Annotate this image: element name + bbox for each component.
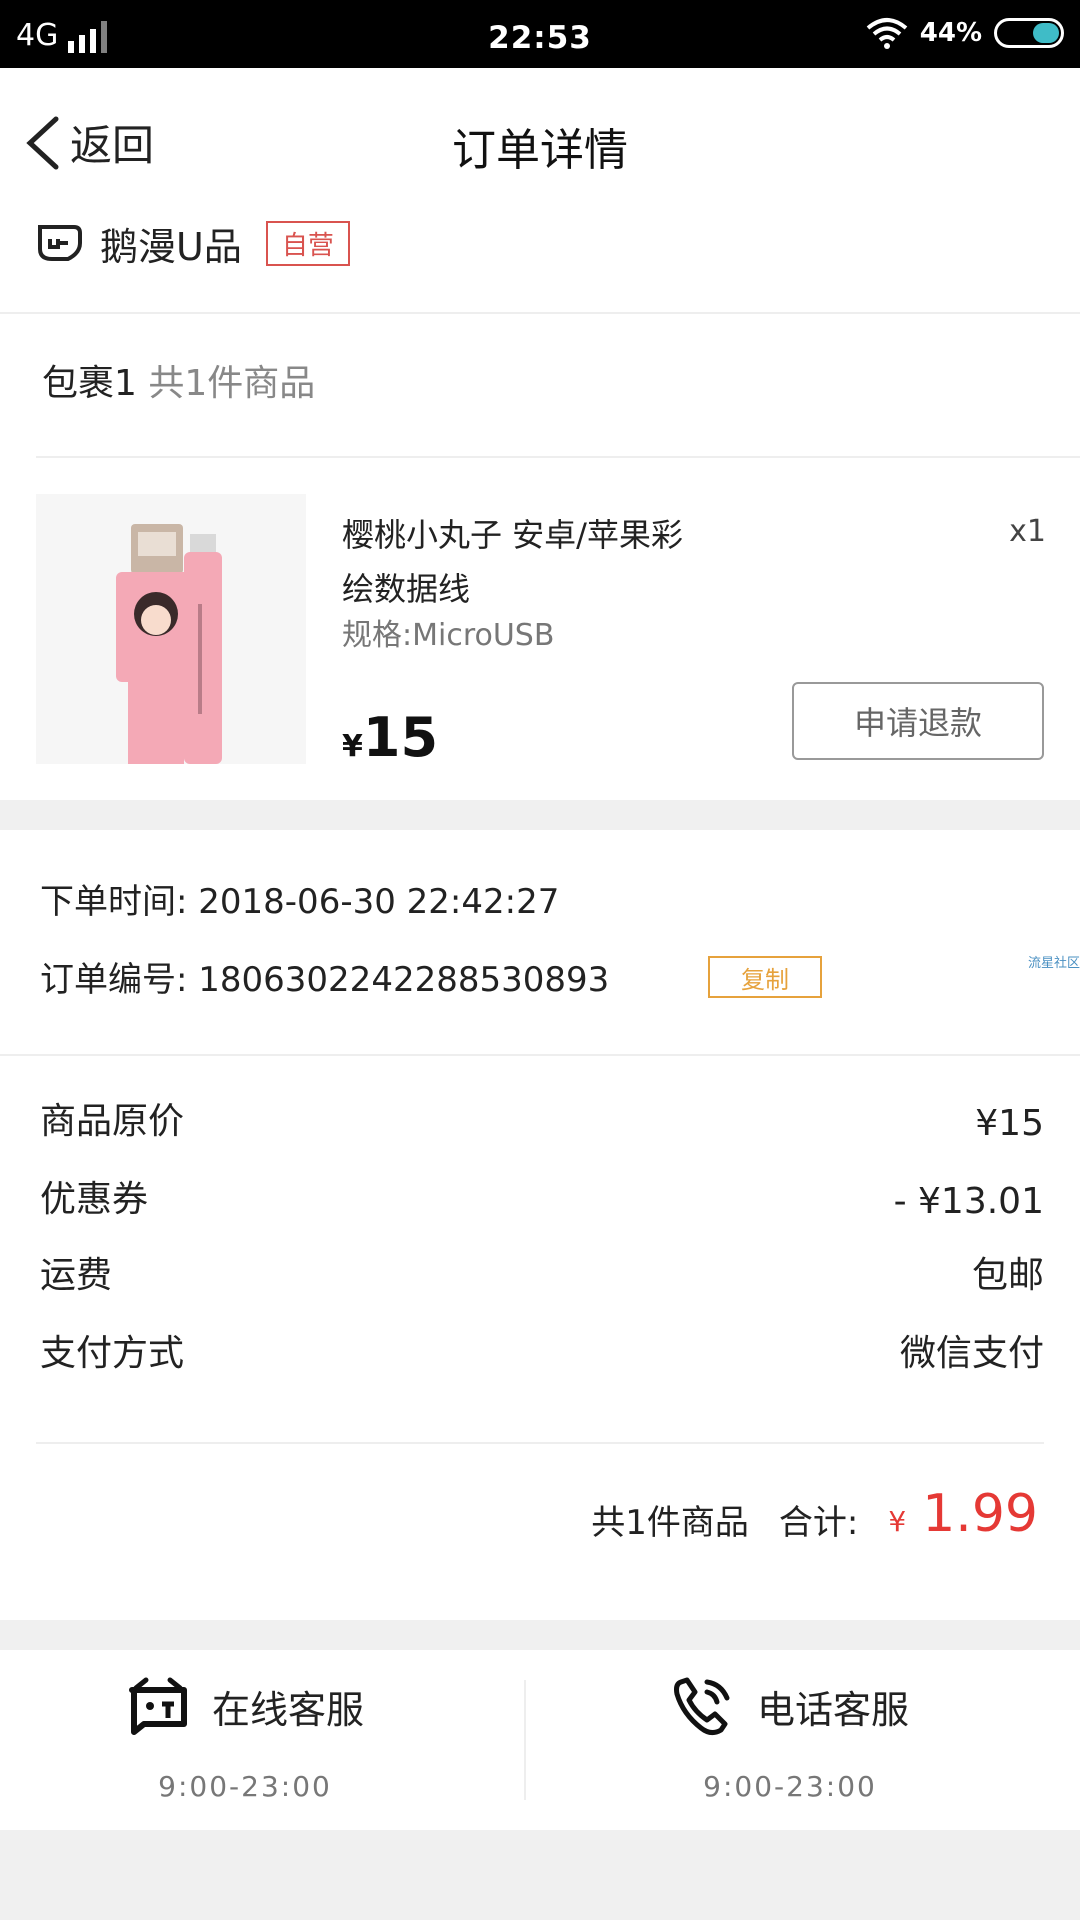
customer-service-bar: 在线客服 9:00-23:00 电话客服 9:00-23:00 xyxy=(0,1650,1080,1830)
battery-level xyxy=(1033,23,1059,43)
divider xyxy=(36,456,1080,458)
battery-percent: 44% xyxy=(919,18,982,48)
currency-symbol: ¥ xyxy=(342,729,363,764)
product-spec: 规格:MicroUSB xyxy=(342,618,555,653)
phone-service-label: 电话客服 xyxy=(756,1687,909,1732)
status-bar: 4G 22:53 44% xyxy=(0,0,1080,68)
order-number-label: 订单编号 xyxy=(40,960,176,1000)
cost-row-coupon: 优惠券 - ¥13.01 xyxy=(40,1170,1044,1222)
chat-bubble-icon xyxy=(128,1677,187,1735)
cost-value: ¥15 xyxy=(975,1103,1044,1144)
refund-button[interactable]: 申请退款 xyxy=(792,682,1044,760)
product-quantity: x1 xyxy=(1009,514,1046,549)
price-value: 15 xyxy=(362,706,439,769)
self-operated-badge: 自营 xyxy=(265,221,350,266)
cost-row-shipping: 运费 包邮 xyxy=(40,1246,1044,1298)
cost-value: - ¥13.01 xyxy=(893,1181,1044,1222)
usb-cable-image xyxy=(116,524,222,764)
order-time: 下单时间: 2018-06-30 22:42:27 xyxy=(40,874,559,923)
total-value: 1.99 xyxy=(922,1484,1038,1544)
order-total: 共1件商品 合计: ¥1.99 xyxy=(591,1484,1038,1544)
total-count: 共1件商品 xyxy=(591,1503,749,1543)
package-label: 包裹1 xyxy=(42,363,137,404)
package-title: 包裹1 共1件商品 xyxy=(42,354,315,406)
wifi-icon xyxy=(866,18,908,49)
cost-label: 支付方式 xyxy=(40,1333,185,1374)
package-count: 共1件商品 xyxy=(148,363,316,404)
product-name[interactable]: 樱桃小丸子 安卓/苹果彩 绘数据线 xyxy=(342,508,772,616)
package-section: 包裹1 共1件商品 樱桃小丸子 安卓/苹果彩 绘数据线 x1 规格:MicroU… xyxy=(0,314,1080,800)
store-name: 鹅漫U品 xyxy=(100,225,242,269)
phone-service-hours: 9:00-23:00 xyxy=(703,1770,877,1803)
cost-value: 微信支付 xyxy=(899,1333,1044,1374)
store-row[interactable]: 鹅漫U品 自营 xyxy=(34,216,350,271)
divider xyxy=(36,1442,1044,1444)
cost-value: 包邮 xyxy=(971,1255,1044,1296)
watermark: 流星社区 xyxy=(1027,956,1080,971)
order-number: 订单编号: 1806302242288530893 xyxy=(40,952,609,1001)
product-price: ¥15 xyxy=(342,706,438,769)
phone-icon xyxy=(673,1677,730,1736)
cost-label: 运费 xyxy=(40,1255,113,1296)
order-time-label: 下单时间 xyxy=(40,882,176,922)
product-name-line2: 绘数据线 xyxy=(342,570,471,608)
online-service-label: 在线客服 xyxy=(211,1687,364,1732)
total-label: 合计: xyxy=(778,1503,859,1543)
cost-row-payment-method: 支付方式 微信支付 xyxy=(40,1324,1044,1376)
divider xyxy=(524,1680,526,1800)
cost-row-original-price: 商品原价 ¥15 xyxy=(40,1092,1044,1144)
total-amount: ¥1.99 xyxy=(888,1484,1038,1544)
currency-symbol: ¥ xyxy=(888,1505,907,1538)
phone-service-button[interactable]: 电话客服 9:00-23:00 xyxy=(540,1650,1080,1830)
online-service-button[interactable]: 在线客服 9:00-23:00 xyxy=(0,1650,540,1830)
cost-label: 优惠券 xyxy=(40,1179,149,1220)
cost-summary-section: 商品原价 ¥15 优惠券 - ¥13.01 运费 包邮 支付方式 微信支付 共1… xyxy=(0,1056,1080,1620)
cost-label: 商品原价 xyxy=(40,1101,185,1142)
store-logo-icon xyxy=(38,224,82,261)
product-image[interactable] xyxy=(36,494,306,764)
page-header: 返回 订单详情 鹅漫U品 自营 xyxy=(0,68,1080,314)
copy-button[interactable]: 复制 xyxy=(708,956,822,998)
battery-icon xyxy=(994,18,1064,48)
product-name-line1: 樱桃小丸子 安卓/苹果彩 xyxy=(342,516,683,554)
order-time-value: : 2018-06-30 22:42:27 xyxy=(176,882,560,922)
page-title: 订单详情 xyxy=(452,125,628,176)
order-info-section: 下单时间: 2018-06-30 22:42:27 订单编号: 18063022… xyxy=(0,830,1080,1056)
online-service-hours: 9:00-23:00 xyxy=(158,1770,332,1803)
order-number-value: : 1806302242288530893 xyxy=(176,960,610,1000)
